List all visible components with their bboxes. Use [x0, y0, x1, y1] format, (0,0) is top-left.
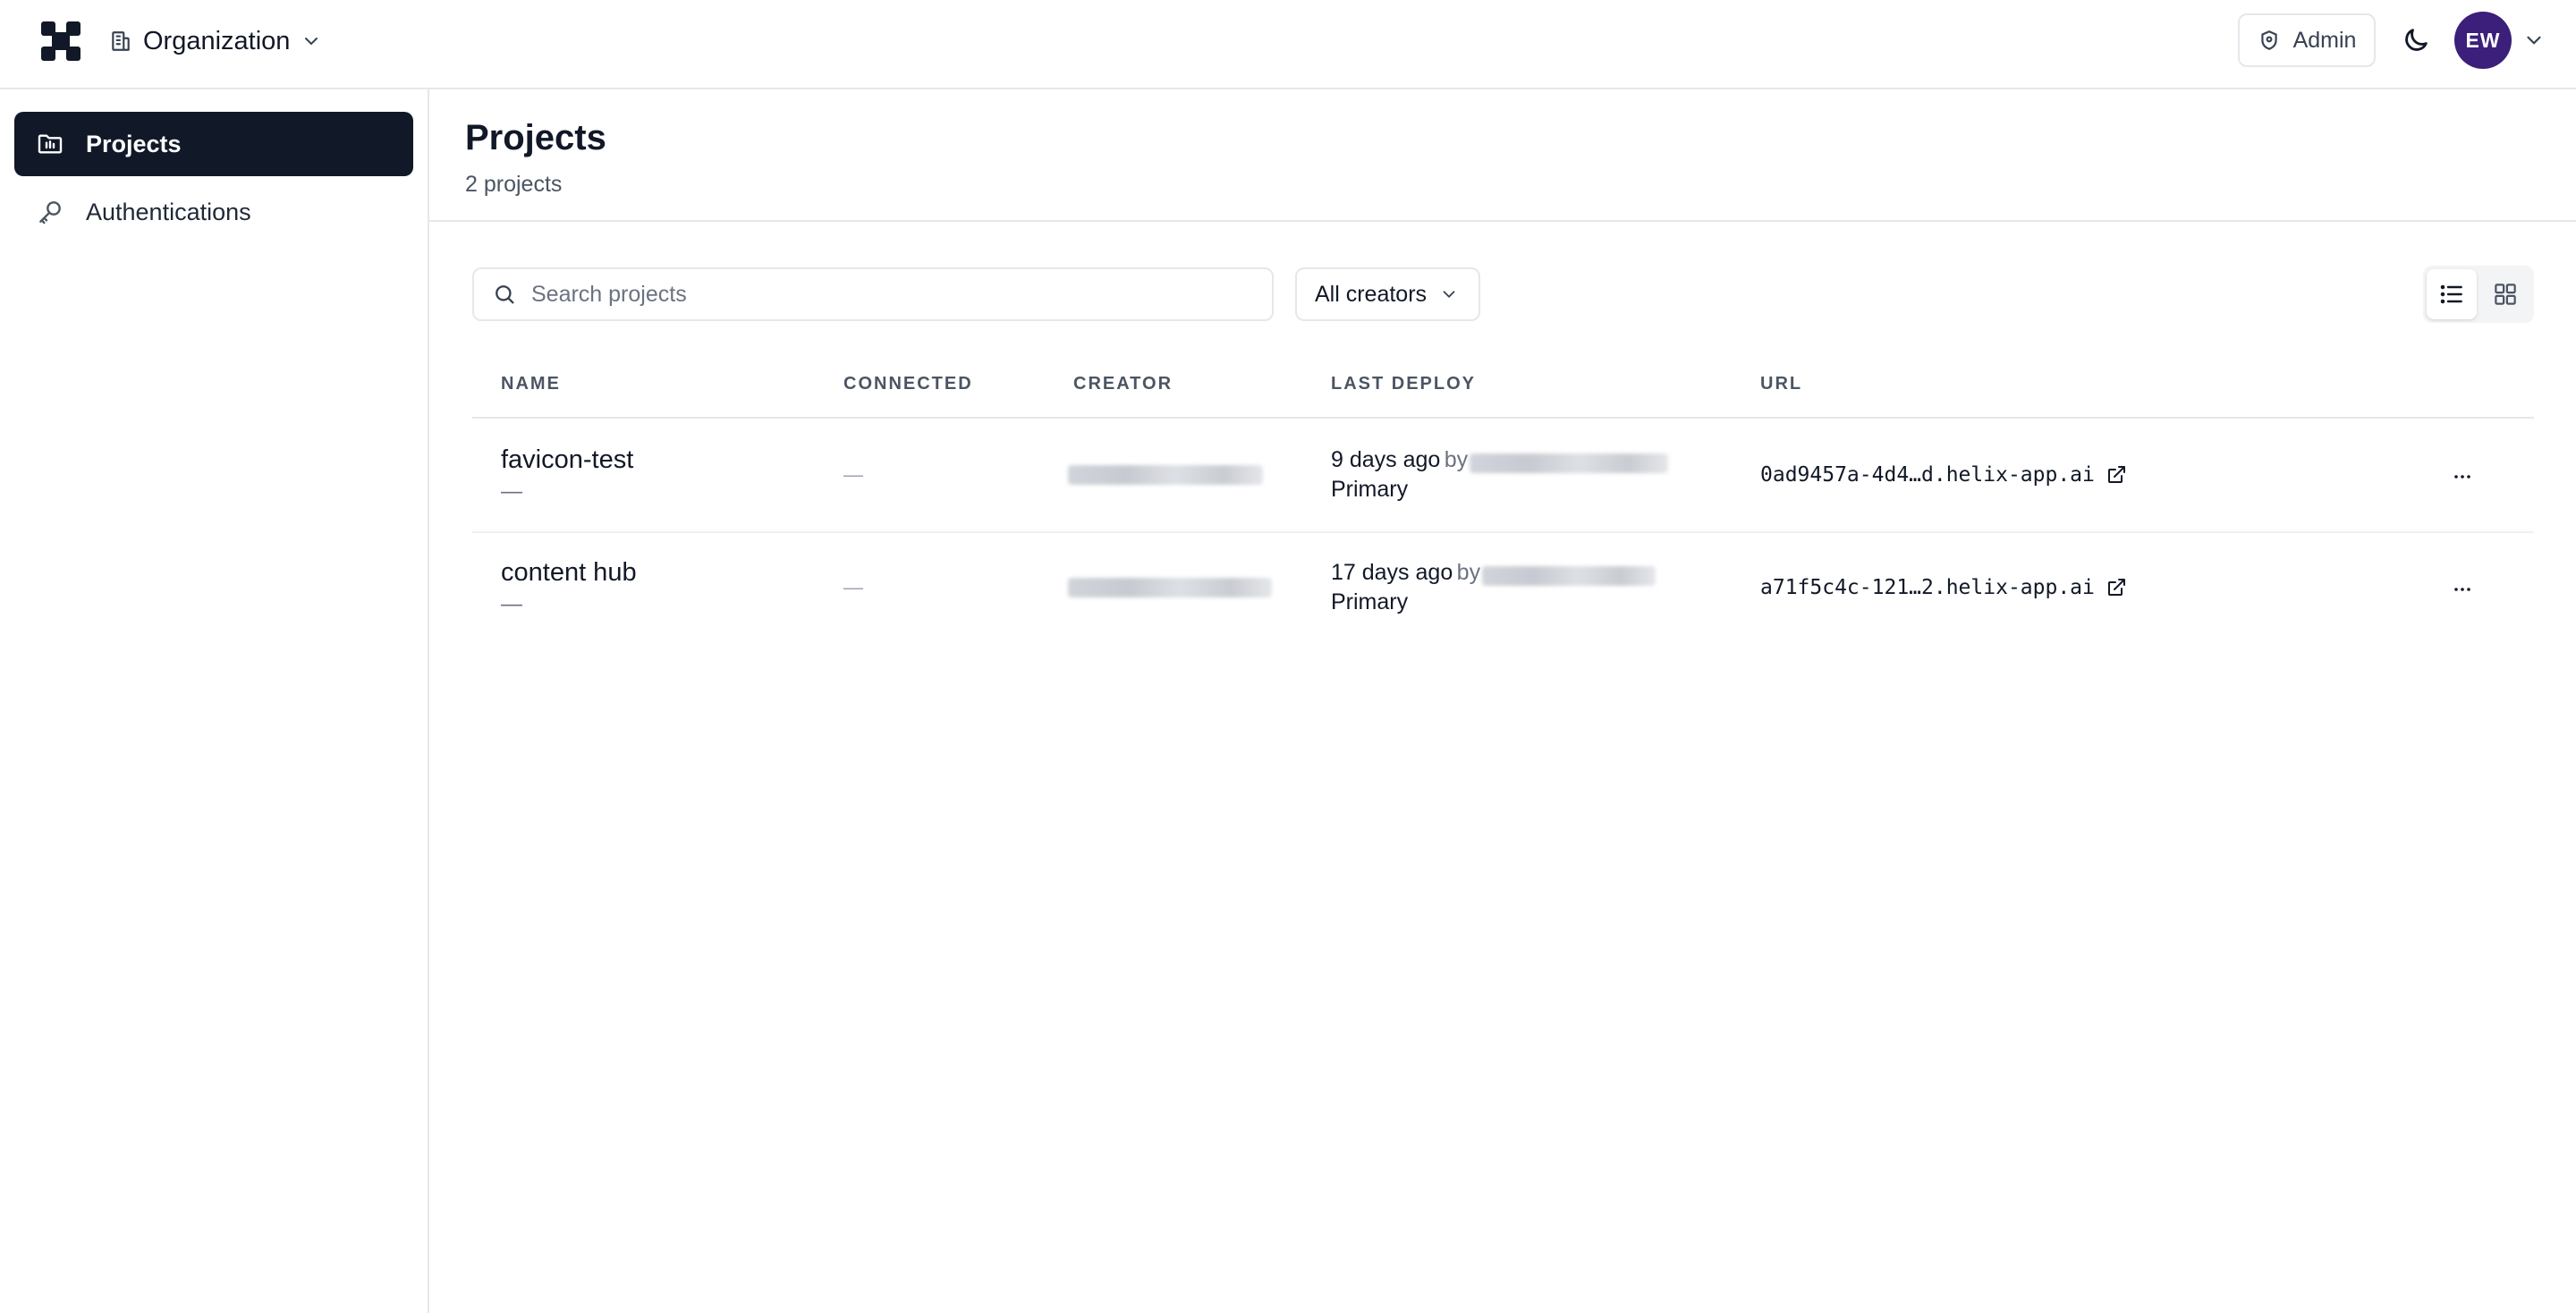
external-link-icon	[2107, 579, 2125, 596]
external-link-icon	[2107, 466, 2125, 483]
key-icon	[39, 201, 61, 224]
project-name[interactable]: content hub	[501, 558, 637, 588]
sidebar: Projects Authentications	[0, 89, 429, 1313]
user-avatar[interactable]: EW	[2454, 12, 2512, 69]
deploy-time: 9 days ago	[1331, 447, 1441, 472]
creator-redacted	[1068, 465, 1263, 485]
deploy-by-label: by	[1456, 560, 1481, 585]
creators-filter-label: All creators	[1315, 281, 1428, 307]
project-description: —	[501, 592, 522, 616]
column-header-connected[interactable]: CONNECTED	[843, 374, 973, 394]
sidebar-item-label: Projects	[86, 130, 182, 157]
grid-view-button[interactable]	[2480, 269, 2530, 319]
chevron-down-icon	[1443, 291, 1455, 299]
project-url-link[interactable]: 0ad9457a-4d4…d.helix-app.ai	[1760, 463, 2127, 487]
project-url-link[interactable]: a71f5c4c-121…2.helix-app.ai	[1760, 576, 2127, 599]
app-logo-icon[interactable]	[39, 20, 82, 63]
project-count: 2 projects	[465, 172, 563, 197]
user-menu-chevron-down-icon[interactable]	[2522, 29, 2546, 52]
building-icon	[112, 31, 130, 51]
deployer-redacted	[1482, 565, 1657, 586]
more-horizontal-icon	[2454, 588, 2470, 591]
sidebar-item-label: Authentications	[86, 198, 251, 225]
project-url[interactable]: a71f5c4c-121…2.helix-app.ai	[1760, 576, 2095, 599]
deployer-redacted	[1470, 453, 1669, 473]
connected-value: —	[843, 576, 863, 598]
column-header-creator[interactable]: CREATOR	[1073, 374, 1173, 394]
search-box[interactable]	[472, 267, 1274, 321]
deploy-environment: Primary	[1331, 477, 1409, 502]
view-toggle	[2423, 266, 2534, 323]
grid-icon	[2495, 284, 2516, 305]
shield-icon	[2260, 30, 2277, 50]
organization-label: Organization	[143, 26, 291, 55]
list-icon	[2440, 284, 2462, 304]
sidebar-item-projects[interactable]: Projects	[14, 112, 413, 176]
deploy-time: 17 days ago	[1331, 560, 1453, 585]
more-horizontal-icon	[2454, 475, 2470, 479]
chevron-down-icon	[305, 38, 318, 46]
connected-value: —	[843, 463, 863, 486]
search-input[interactable]	[531, 281, 1265, 308]
column-header-last-deploy[interactable]: LAST DEPLOY	[1331, 374, 1476, 394]
deploy-environment: Primary	[1331, 589, 1409, 614]
top-bar: Organization Admin EW	[0, 0, 2576, 89]
project-name[interactable]: favicon-test	[501, 445, 633, 475]
row-actions-button[interactable]	[2443, 457, 2482, 496]
last-deploy-cell: 9 days ago by	[1331, 447, 1669, 473]
deploy-by-label: by	[1444, 447, 1469, 472]
table-row[interactable]: favicon-test — — 9 days ago by Primary 0…	[472, 420, 2534, 533]
project-description: —	[501, 479, 522, 504]
admin-label: Admin	[2292, 27, 2357, 53]
page-header: Projects 2 projects	[429, 89, 2576, 222]
page-title: Projects	[465, 118, 606, 157]
search-icon	[496, 285, 514, 304]
creator-redacted	[1068, 578, 1272, 597]
list-view-button[interactable]	[2427, 269, 2477, 319]
creators-filter-dropdown[interactable]: All creators	[1295, 267, 1480, 321]
folder-icon	[38, 134, 63, 154]
table-row[interactable]: content hub — — 17 days ago by Primary a…	[472, 533, 2534, 646]
admin-button[interactable]: Admin	[2238, 13, 2376, 67]
row-actions-button[interactable]	[2443, 570, 2482, 609]
table-header: NAME CONNECTED CREATOR LAST DEPLOY URL	[472, 351, 2534, 419]
column-header-name[interactable]: NAME	[501, 374, 561, 394]
theme-toggle-moon-icon[interactable]	[2401, 25, 2431, 55]
last-deploy-cell: 17 days ago by	[1331, 560, 1657, 586]
sidebar-item-authentications[interactable]: Authentications	[14, 180, 413, 244]
organization-switcher[interactable]: Organization	[109, 20, 322, 63]
project-url[interactable]: 0ad9457a-4d4…d.helix-app.ai	[1760, 463, 2095, 487]
column-header-url[interactable]: URL	[1760, 374, 1802, 394]
